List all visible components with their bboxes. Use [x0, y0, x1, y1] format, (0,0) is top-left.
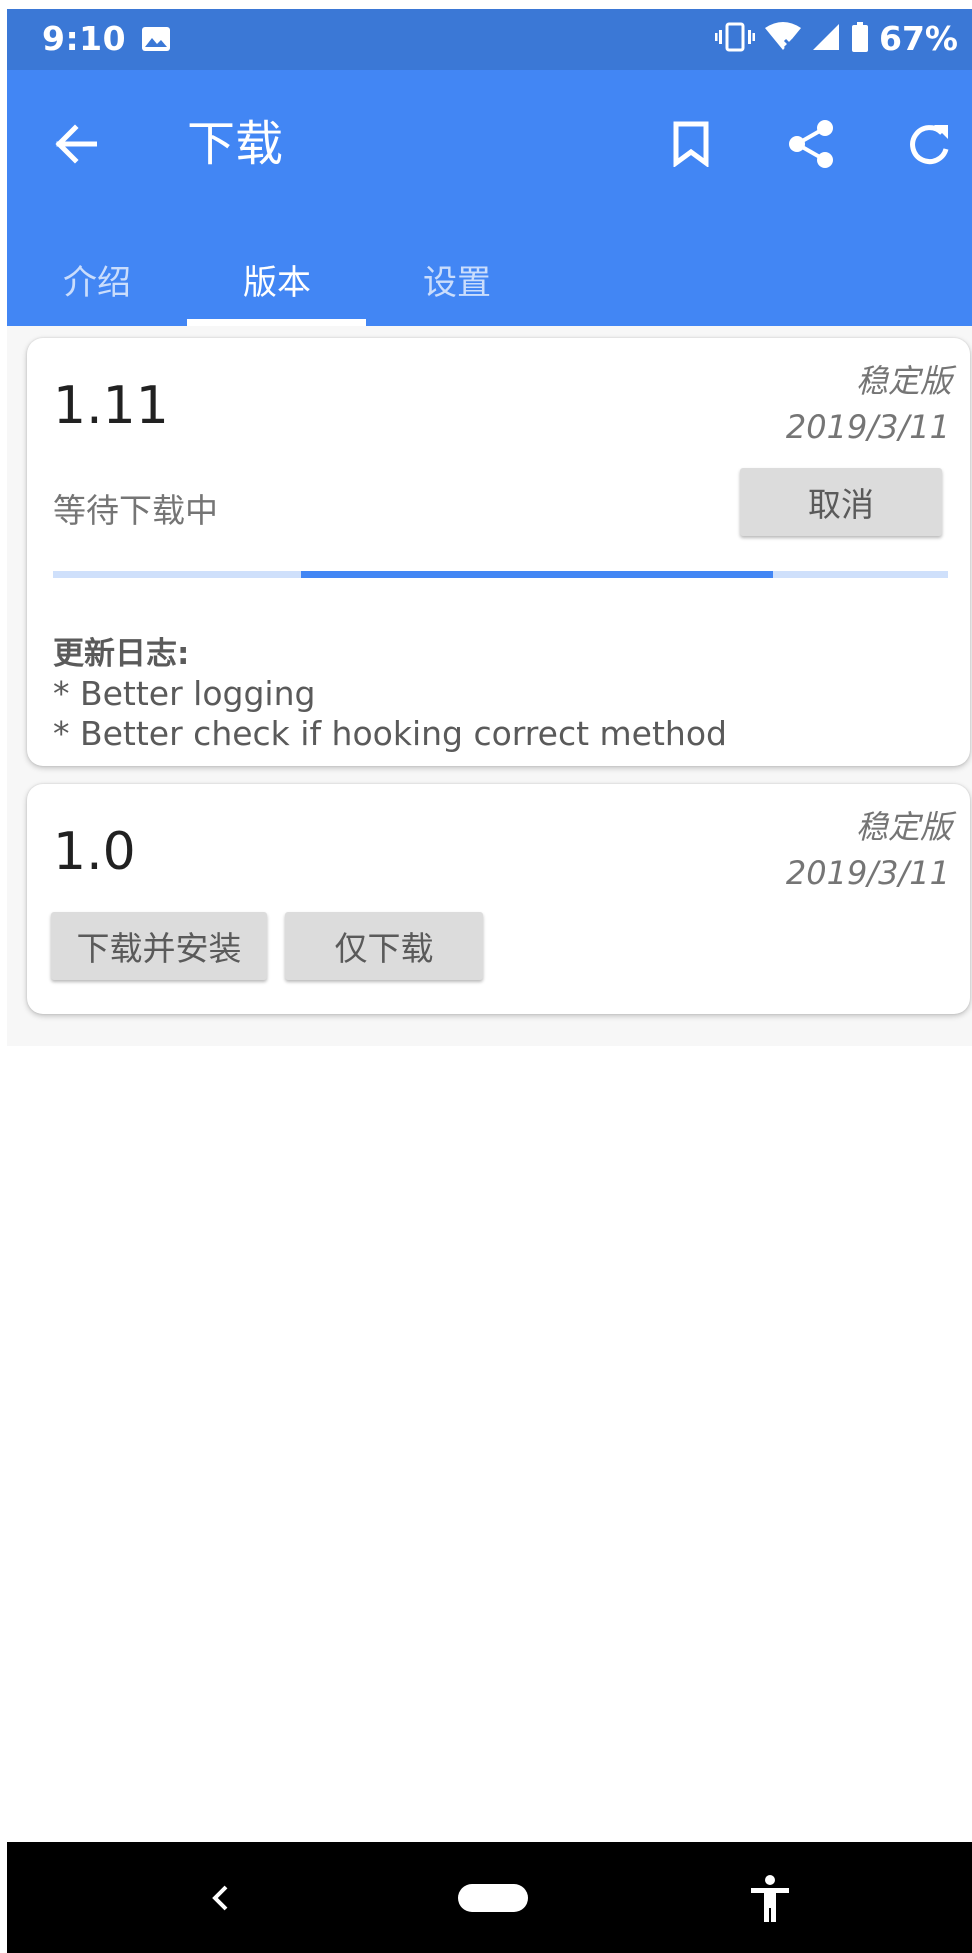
tab-label: 版本: [243, 263, 311, 303]
refresh-button[interactable]: [899, 114, 959, 174]
changelog-item: * Better check if hooking correct method: [53, 714, 727, 753]
progress-indicator: [301, 571, 773, 578]
wifi-icon: [765, 21, 801, 56]
version-number: 1.11: [53, 376, 169, 436]
accessibility-icon: [751, 1875, 789, 1922]
back-button[interactable]: [45, 114, 105, 174]
release-channel: 稳定版: [855, 808, 952, 846]
system-nav-bar: [7, 1842, 972, 1953]
changelog-item: * Better logging: [53, 674, 316, 713]
arrow-back-icon: [55, 124, 97, 164]
screen: 9:10 67% 下载 介绍 版本 设置 1.11 稳定版 2019/3/11 …: [7, 9, 972, 1953]
tab-bar: 介绍 版本 设置: [7, 240, 972, 326]
download-only-button[interactable]: 仅下载: [285, 912, 483, 980]
version-number: 1.0: [53, 822, 136, 882]
cancel-button[interactable]: 取消: [740, 468, 942, 536]
home-pill[interactable]: [458, 1884, 528, 1912]
tab-intro[interactable]: 介绍: [7, 240, 187, 326]
bookmark-button[interactable]: [661, 114, 721, 174]
tab-versions[interactable]: 版本: [187, 240, 367, 326]
share-icon: [789, 120, 833, 168]
back-icon: [212, 1885, 228, 1911]
share-button[interactable]: [781, 114, 841, 174]
battery-percent: 67%: [879, 19, 958, 58]
tab-indicator: [187, 319, 366, 326]
signal-icon: [811, 22, 841, 56]
download-status: 等待下载中: [53, 491, 218, 530]
release-channel: 稳定版: [855, 362, 952, 400]
accessibility-button[interactable]: [747, 1874, 793, 1924]
version-list: 1.11 稳定版 2019/3/11 等待下载中 取消 更新日志: * Bett…: [7, 326, 972, 1046]
status-time: 9:10: [42, 19, 127, 58]
release-date: 2019/3/11: [785, 408, 950, 446]
release-date: 2019/3/11: [785, 854, 950, 892]
tab-label: 介绍: [63, 263, 131, 303]
refresh-icon: [910, 125, 949, 165]
page-title: 下载: [187, 116, 284, 172]
bookmark-icon: [673, 121, 709, 167]
download-and-install-button[interactable]: 下载并安装: [51, 912, 267, 980]
version-card: 1.0 稳定版 2019/3/11 下载并安装 仅下载: [27, 784, 970, 1014]
app-bar: 下载 介绍 版本 设置: [7, 70, 972, 326]
tab-settings[interactable]: 设置: [367, 240, 547, 326]
download-progress-bar: [53, 571, 948, 578]
status-icons: 67%: [715, 19, 958, 58]
version-card: 1.11 稳定版 2019/3/11 等待下载中 取消 更新日志: * Bett…: [27, 338, 970, 766]
nav-back-button[interactable]: [202, 1880, 238, 1916]
battery-icon: [851, 21, 869, 56]
status-bar: 9:10 67%: [7, 9, 972, 70]
changelog-title: 更新日志:: [53, 636, 190, 672]
vibrate-icon: [715, 22, 755, 56]
image-icon: [141, 26, 171, 52]
tab-label: 设置: [423, 263, 491, 303]
